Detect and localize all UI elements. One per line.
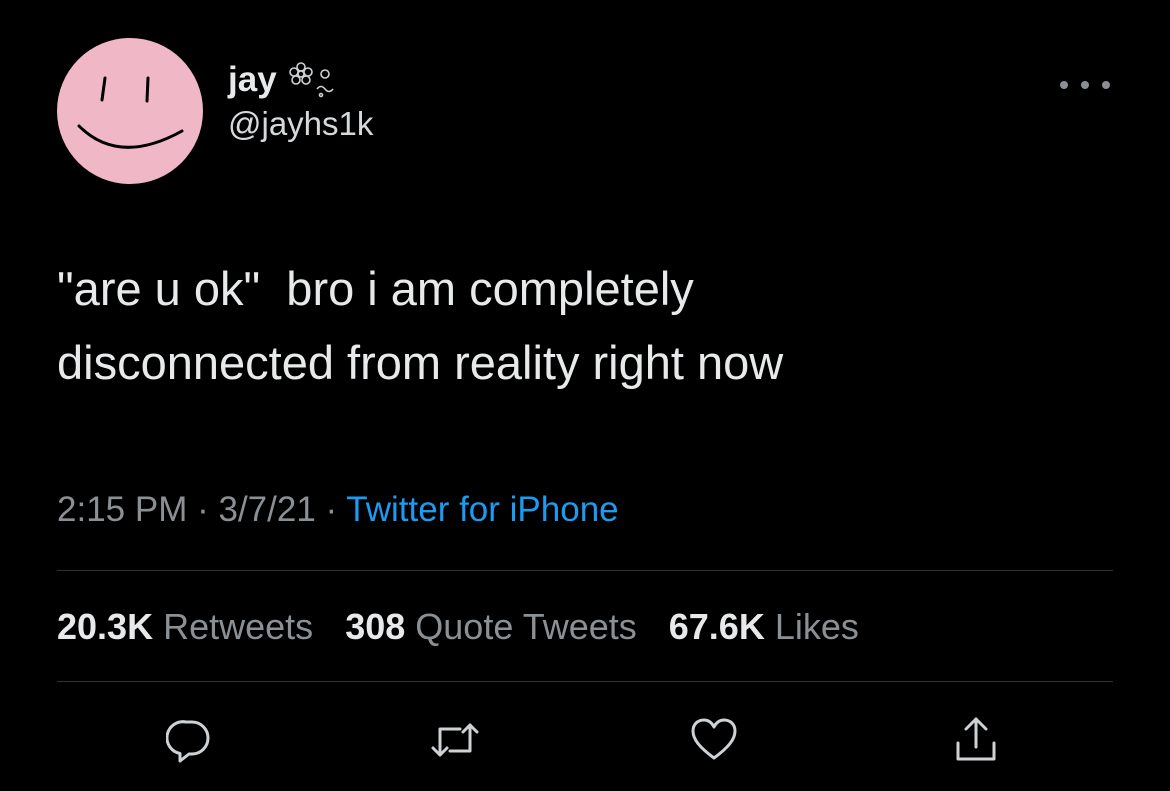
more-options-icon (1081, 81, 1089, 89)
divider (57, 570, 1113, 571)
avatar[interactable] (57, 38, 203, 184)
retweets-count: 20.3K (57, 606, 154, 647)
likes-stat[interactable]: 67.6K Likes (669, 606, 859, 647)
smiley-face-icon (77, 76, 184, 149)
author-info: jay @jayhs1k (228, 60, 373, 144)
tweet-source-link[interactable]: Twitter for iPhone (346, 490, 618, 529)
tweet-date[interactable]: 3/7/21 (218, 490, 315, 529)
heart-icon (691, 718, 737, 760)
share-button[interactable] (948, 712, 1004, 768)
more-options-button[interactable] (1060, 70, 1110, 100)
likes-count: 67.6K (668, 606, 765, 647)
share-icon (956, 717, 996, 761)
like-button[interactable] (686, 712, 742, 768)
retweets-label: Retweets (163, 606, 314, 647)
action-bar (0, 712, 1170, 772)
divider (57, 681, 1113, 682)
likes-label: Likes (774, 606, 859, 647)
tweet-stats: 20.3K Retweets 308 Quote Tweets 67.6K Li… (57, 604, 881, 650)
tweet-text: "are u ok" bro i am completely disconnec… (57, 262, 784, 389)
quote-tweets-stat[interactable]: 308 Quote Tweets (345, 606, 637, 647)
display-name[interactable]: jay (228, 60, 277, 100)
tweet-detail: jay @jayhs1k "are u ok" bro i am complet… (0, 0, 1170, 791)
flower-doodle-icon (287, 60, 339, 100)
meta-separator: · (197, 490, 209, 529)
retweets-stat[interactable]: 20.3K Retweets (57, 606, 313, 647)
reply-button[interactable] (161, 712, 217, 768)
more-options-icon (1060, 81, 1068, 89)
reply-icon (166, 720, 210, 763)
retweet-icon (431, 723, 479, 757)
quote-tweets-count: 308 (345, 606, 406, 647)
tweet-time[interactable]: 2:15 PM (57, 490, 187, 529)
author-handle[interactable]: @jayhs1k (228, 104, 373, 144)
meta-separator: · (325, 490, 338, 529)
tweet-meta: 2:15 PM · 3/7/21 · Twitter for iPhone (57, 488, 619, 532)
quote-tweets-label: Quote Tweets (415, 606, 637, 647)
more-options-icon (1102, 81, 1110, 89)
retweet-button[interactable] (427, 712, 483, 768)
